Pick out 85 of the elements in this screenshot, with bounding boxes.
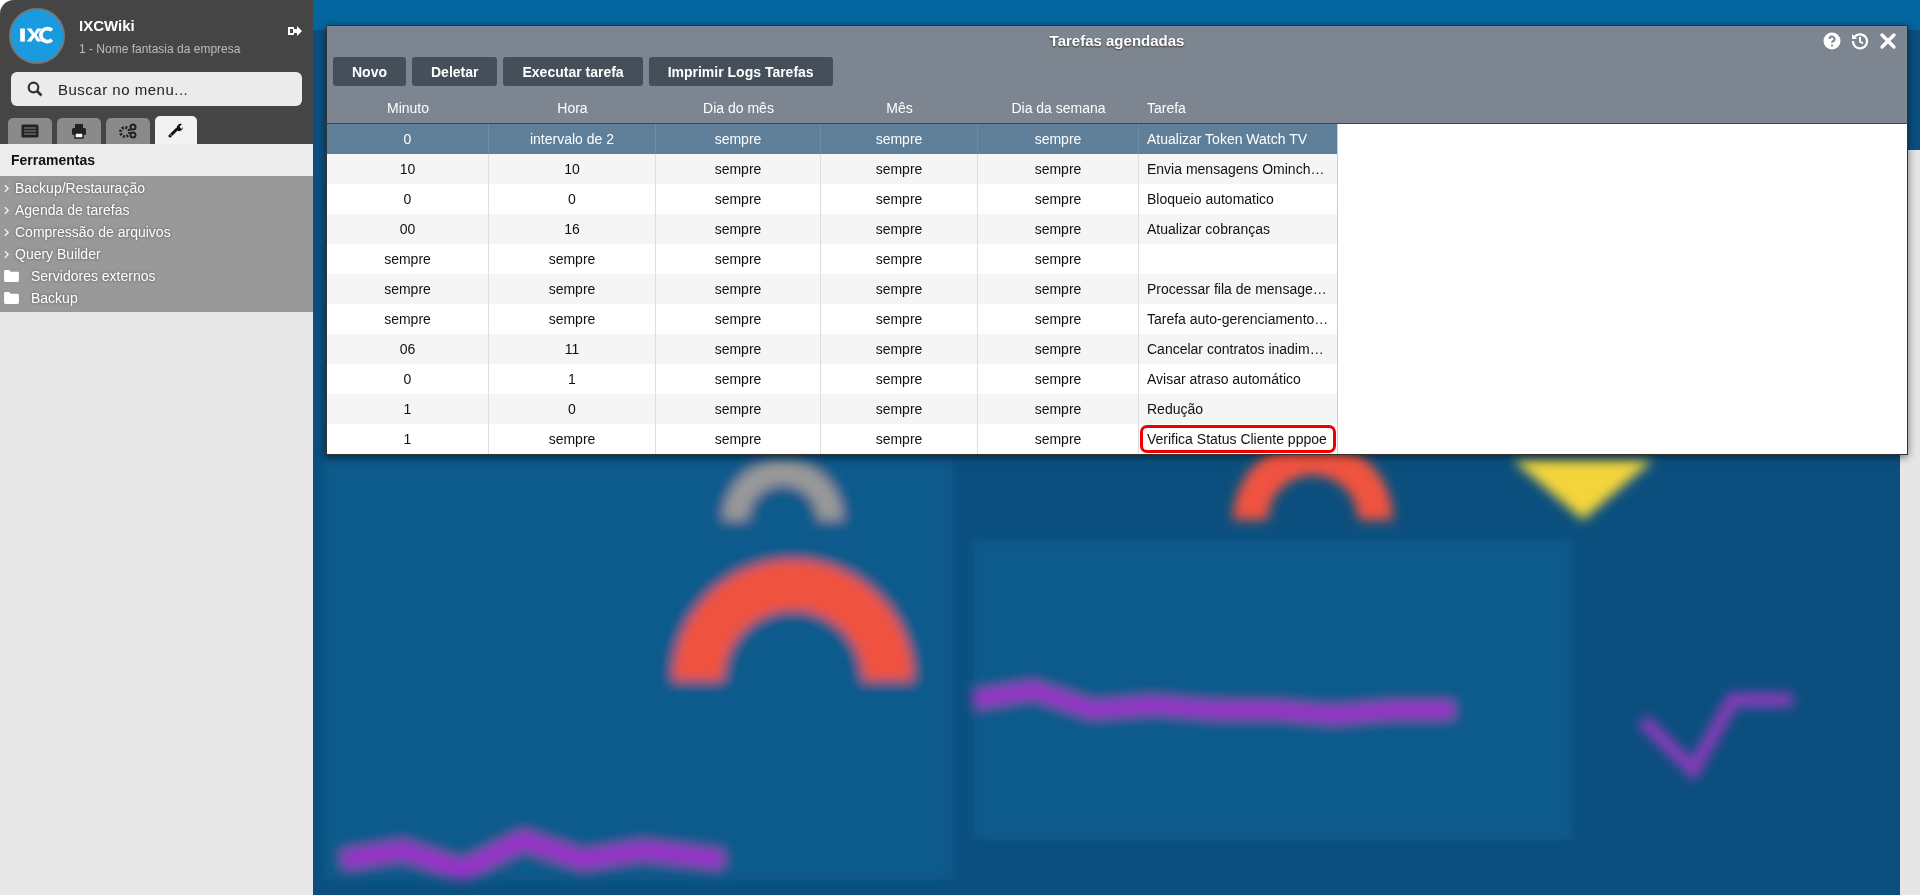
close-icon[interactable] [1879,32,1897,50]
table-row[interactable]: sempre sempre sempre sempre sempre Processar fila de mensage… [327,274,1338,304]
company-name: 1 - Nome fantasia da empresa [79,41,242,56]
logout-icon[interactable] [287,24,303,38]
table-cell: sempre [978,274,1139,304]
table-cell: sempre [978,334,1139,364]
table-cell-text: Envia mensagens Ominch… [1146,160,1326,179]
table-row[interactable]: 1 0 sempre sempre sempre Redução [327,394,1338,424]
table-row[interactable]: 0 intervalo de 2 sempre sempre sempre Atualizar Token Watch TV [327,124,1338,154]
column-header[interactable]: Dia do mês [656,100,821,116]
menu-item-label: Backup/Restauração [15,180,145,196]
table-cell-text: Avisar atraso automático [1146,370,1302,389]
search-icon [27,81,43,97]
table-cell: 06 [327,334,489,364]
table-cell: sempre [978,154,1139,184]
toolbar-button[interactable]: Novo [333,57,406,86]
menu-item-label: Query Builder [15,246,101,262]
column-header[interactable]: Tarefa [1139,100,1337,116]
table-cell: sempre [821,394,978,424]
help-icon[interactable] [1823,32,1841,50]
table-cell-text: Tarefa auto-gerenciamento… [1146,310,1330,329]
table-cell: 1 [327,394,489,424]
table-cell: sempre [656,334,821,364]
table-cell: 10 [327,154,489,184]
table-cell: 1 [327,424,489,454]
menu-item-label: Servidores externos [31,268,156,284]
table-row[interactable]: 00 16 sempre sempre sempre Atualizar cobranças [327,214,1338,244]
app-name: IXCWiki [79,16,136,34]
table-cell: 10 [489,154,656,184]
table-cell-text: Bloqueio automatico [1146,190,1275,209]
table-cell: sempre [489,274,656,304]
table-cell: sempre [821,154,978,184]
table-cell: 11 [489,334,656,364]
menu-item-label: Backup [31,290,78,306]
section-title: Ferramentas [0,144,313,176]
table-cell: sempre [978,424,1139,454]
table-cell: 0 [489,394,656,424]
table-row[interactable]: 10 10 sempre sempre sempre Envia mensagens Ominch… [327,154,1338,184]
table-cell-text: Processar fila de mensage… [1146,280,1328,299]
table-cell: 16 [489,214,656,244]
table-cell: sempre [821,274,978,304]
folder-icon [4,292,19,304]
table-cell: sempre [489,424,656,454]
table-row[interactable]: 06 11 sempre sempre sempre Cancelar contratos inadim… [327,334,1338,364]
company-logo [9,8,65,64]
folder-icon [4,270,19,282]
table-cell: sempre [821,424,978,454]
search-field[interactable]: Buscar no menu... [11,72,302,106]
chevron-icon [4,249,9,259]
table-cell: sempre [978,394,1139,424]
table-cell-text: Redução [1146,400,1205,419]
toolbar-button[interactable]: Deletar [412,57,498,86]
table-cell-text: Cancelar contratos inadim… [1146,340,1325,359]
column-header[interactable]: Minuto [327,100,489,116]
column-header[interactable]: Dia da semana [978,100,1139,116]
table-cell: sempre [978,214,1139,244]
toolbar-button[interactable]: Executar tarefa [503,57,643,86]
wrench-icon [168,122,184,138]
table-cell: sempre [656,274,821,304]
table-cell: sempre [821,214,978,244]
chevron-icon [4,205,9,215]
table-row[interactable]: 1 sempre sempre sempre sempre Verifica Status Cliente pppoe [327,424,1338,454]
chevron-icon [4,183,9,193]
table-cell: sempre [821,334,978,364]
toolbar-button[interactable]: Imprimir Logs Tarefas [648,57,833,86]
table-cell-text: Atualizar Token Watch TV [1146,130,1309,149]
table-cell: sempre [656,214,821,244]
table-cell-text: Atualizar cobranças [1146,220,1271,239]
chevron-icon [4,227,9,237]
menu-item-label: Compressão de arquivos [15,224,171,240]
list-icon [21,124,39,138]
table-cell: Verifica Status Cliente pppoe [1139,424,1337,454]
table-cell: sempre [656,424,821,454]
column-header[interactable]: Hora [489,100,656,116]
menu-tab[interactable] [155,116,197,144]
column-header[interactable]: Mês [821,100,978,116]
table-cell: sempre [656,394,821,424]
table-cell: 00 [327,214,489,244]
menu-item-label: Agenda de tarefas [15,202,130,218]
table-cell: sempre [656,154,821,184]
history-icon[interactable] [1851,32,1869,50]
dialog-title: Tarefas agendadas [1049,31,1185,49]
printer-icon [71,123,87,139]
gears-icon [118,123,138,139]
table-cell: sempre [327,274,489,304]
